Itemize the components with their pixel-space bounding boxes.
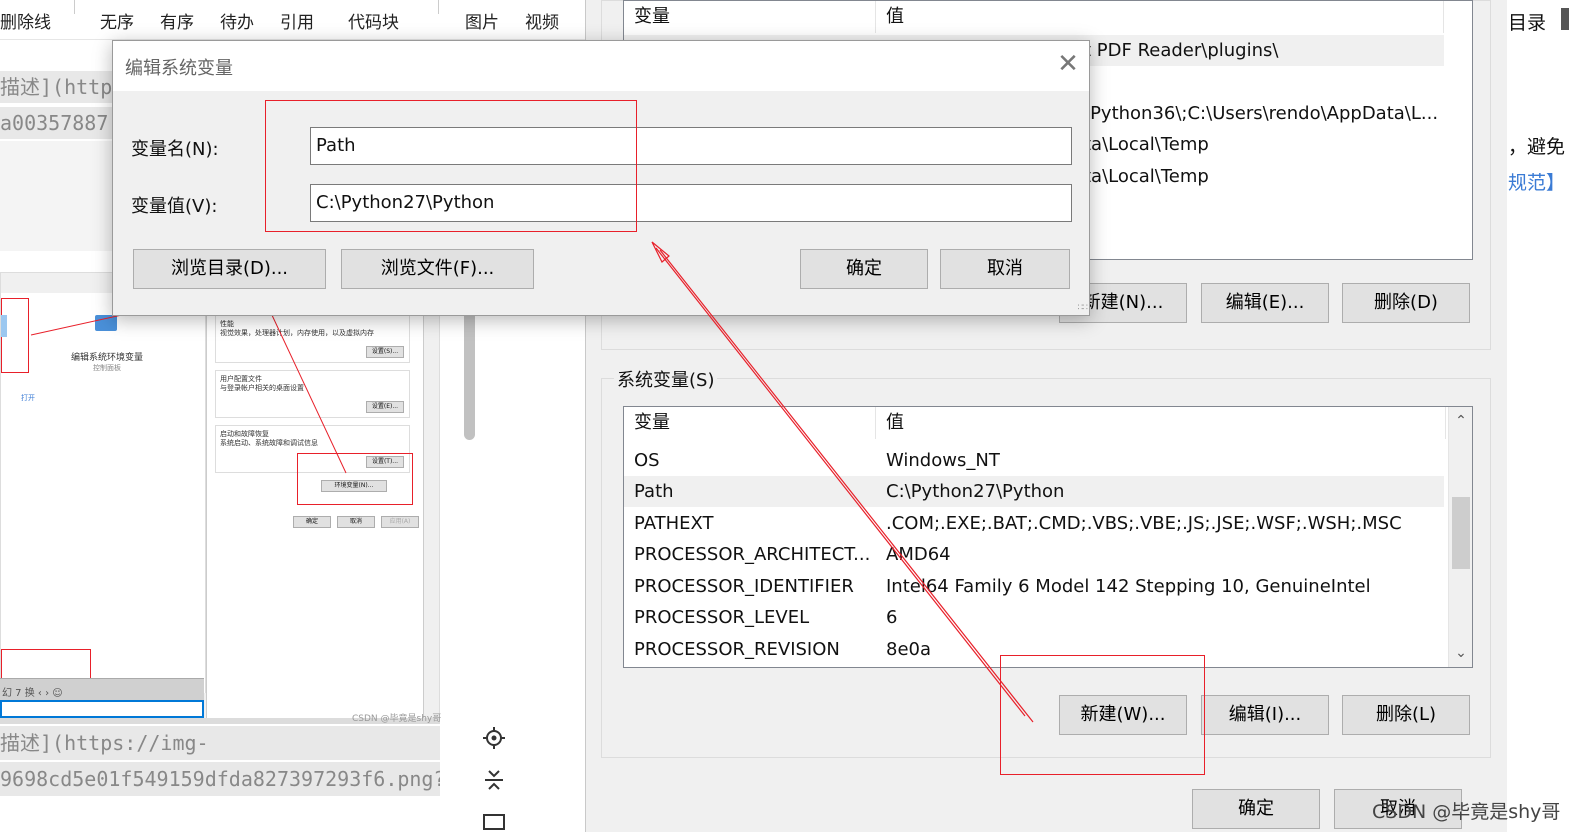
toolbar-todo[interactable]: 待办: [220, 8, 254, 33]
scroll-up-icon[interactable]: ⌃: [1449, 409, 1472, 433]
browse-directory-button[interactable]: 浏览目录(D)...: [133, 249, 326, 289]
system-edit-button[interactable]: 编辑(I)...: [1201, 695, 1329, 735]
embed-status-bar: 幻 7 换 ‹ › ☺: [0, 678, 204, 700]
close-icon[interactable]: ✕: [1053, 49, 1083, 79]
toolbar-ordered-list[interactable]: 有序: [160, 8, 194, 33]
toolbar-unordered-list[interactable]: 无序: [100, 8, 134, 33]
article-link[interactable]: 规范】: [1508, 168, 1565, 195]
table-row[interactable]: PROCESSOR_LEVEL 6: [624, 602, 1444, 633]
embed-credit: CSDN @毕竟是shy哥: [352, 714, 442, 724]
table-row[interactable]: PATHEXT .COM;.EXE;.BAT;.CMD;.VBS;.VBE;.J…: [624, 508, 1444, 539]
markdown-line: 描述](https:/: [0, 71, 112, 103]
toolbar-divider: [438, 0, 439, 14]
toolbar-video[interactable]: 视频: [525, 8, 559, 33]
column-header-value[interactable]: 值: [876, 1, 1444, 33]
collapse-icon[interactable]: [482, 768, 506, 798]
system-variables-list[interactable]: 变量 值 OS Windows_NT Path C:\Python27\Pyth…: [623, 406, 1473, 668]
scroll-down-icon[interactable]: ⌄: [1449, 641, 1472, 665]
column-header-value[interactable]: 值: [876, 407, 1446, 439]
window-icon[interactable]: [482, 810, 506, 838]
system-variables-scrollbar[interactable]: ⌃ ⌄: [1448, 407, 1472, 667]
annotation-box: [265, 100, 637, 232]
markdown-line: 描述](https://img-: [0, 726, 440, 760]
toolbar-quote[interactable]: 引用: [280, 8, 314, 33]
dialog-title: 编辑系统变量: [125, 58, 233, 79]
dialog-ok-button[interactable]: 确定: [800, 249, 928, 289]
resize-grip-icon[interactable]: ∷∷: [1078, 303, 1089, 313]
variable-name-label: 变量名(N):: [131, 139, 219, 160]
embedded-screenshot: 编辑系统环境变量 控制面板 打开 性能 视觉效果，处理器计划，内存使用，以及虚拟…: [0, 272, 440, 722]
system-delete-button[interactable]: 删除(L): [1342, 695, 1470, 735]
user-delete-button[interactable]: 删除(D): [1342, 283, 1470, 323]
toolbar-divider: [74, 0, 75, 14]
watermark: CSDN @毕竟是shy哥: [1372, 801, 1561, 823]
table-row[interactable]: PROCESSOR_IDENTIFIER Intel64 Family 6 Mo…: [624, 571, 1444, 602]
dialog-cancel-button[interactable]: 取消: [940, 249, 1070, 289]
article-text: ，避免: [1508, 136, 1566, 158]
system-variables-label: 系统变量(S): [614, 366, 718, 392]
markdown-line: a00357887(: [0, 107, 112, 139]
column-header-variable[interactable]: 变量: [624, 407, 876, 439]
scroll-thumb[interactable]: [1452, 497, 1470, 569]
table-row[interactable]: PROCESSOR_ARCHITECT... AMD64: [624, 539, 1444, 570]
target-icon[interactable]: [482, 726, 506, 756]
column-header-variable[interactable]: 变量: [624, 1, 876, 33]
list-header: 变量 值: [624, 407, 1472, 439]
article-right-strip: 目录 ，避免 规范】: [1508, 0, 1569, 832]
embed-cancel-button: 取消: [337, 516, 375, 528]
annotation-box: [1000, 655, 1205, 775]
user-edit-button[interactable]: 编辑(E)...: [1201, 283, 1329, 323]
variable-value-label: 变量值(V):: [131, 196, 218, 217]
markdown-gray-block: [0, 141, 112, 251]
toolbar-code-block[interactable]: 代码块: [348, 8, 399, 33]
table-row-selected[interactable]: Path C:\Python27\Python: [624, 476, 1444, 507]
browse-file-button[interactable]: 浏览文件(F)...: [341, 249, 534, 289]
embed-input: [0, 700, 204, 718]
editor-toolbar: 删除线 无序 有序 待办 引用 代码块 图片 视频: [0, 0, 600, 40]
dialog-title-bar[interactable]: 编辑系统变量 ✕: [113, 41, 1089, 91]
table-row[interactable]: OS Windows_NT: [624, 445, 1444, 476]
toc-link[interactable]: 目录: [1508, 8, 1546, 35]
toolbar-strikethrough[interactable]: 删除线: [0, 8, 51, 33]
embed-apply-button: 应用(A): [381, 516, 419, 528]
toolbar-image[interactable]: 图片: [465, 8, 499, 33]
toolbar-edge: [1561, 8, 1569, 30]
list-header: 变量 值: [624, 1, 1472, 33]
ok-button[interactable]: 确定: [1192, 789, 1320, 829]
embed-ok-button: 确定: [293, 516, 331, 528]
markdown-line: 9698cd5e01f549159dfda827397293f6.png?: [0, 762, 440, 796]
